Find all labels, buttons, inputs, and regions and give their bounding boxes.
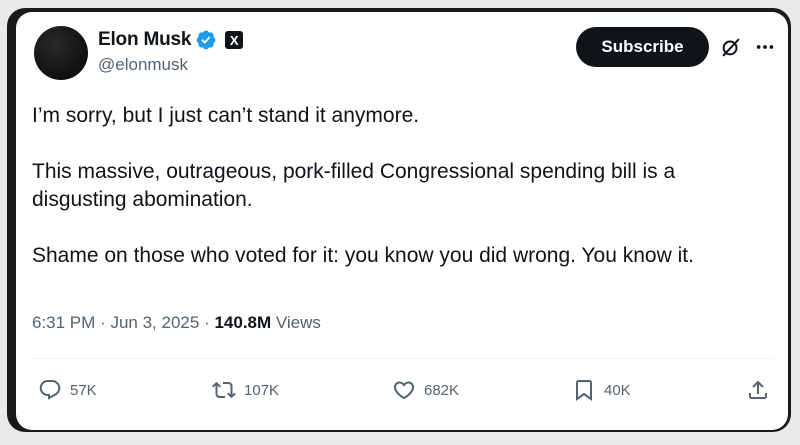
bookmark-icon — [576, 380, 592, 401]
verified-icon[interactable] — [195, 29, 217, 51]
display-name[interactable]: Elon Musk — [98, 29, 191, 51]
tweet-time[interactable]: 6:31 PM — [32, 313, 95, 332]
share-button[interactable] — [746, 375, 770, 405]
divider — [32, 358, 772, 359]
more-icon[interactable] — [754, 36, 776, 58]
repost-button[interactable]: 107K — [212, 375, 279, 405]
handle[interactable]: @elonmusk — [98, 55, 188, 75]
tweet-paragraph-1: I’m sorry, but I just can’t stand it any… — [32, 104, 420, 127]
tweet-paragraph-3: Shame on those who voted for it: you kno… — [32, 244, 694, 267]
reply-icon — [39, 380, 61, 400]
repost-icon — [212, 381, 236, 399]
action-bar: 57K 107K 682K 40K — [16, 375, 788, 405]
tweet-paragraph-2: This massive, outrageous, pork-filled Co… — [32, 160, 676, 211]
page: Elon Musk X @elonmusk Subscribe I’m sorr… — [0, 0, 800, 445]
bookmark-count: 40K — [604, 381, 631, 399]
tweet-text: I’m sorry, but I just can’t stand it any… — [32, 102, 772, 270]
reply-count: 57K — [70, 381, 97, 399]
views-count[interactable]: 140.8M — [214, 313, 271, 332]
reply-button[interactable]: 57K — [38, 375, 97, 405]
meta-separator: · — [100, 313, 106, 332]
meta-separator: · — [204, 313, 210, 332]
bookmark-button[interactable]: 40K — [572, 375, 631, 405]
views-label: Views — [275, 313, 321, 332]
like-button[interactable]: 682K — [392, 375, 459, 405]
tweet-date[interactable]: Jun 3, 2025 — [110, 313, 199, 332]
avatar[interactable] — [34, 26, 88, 80]
x-affiliation-badge[interactable]: X — [225, 31, 244, 49]
heart-icon — [393, 381, 415, 400]
grok-icon[interactable] — [720, 36, 742, 58]
tweet-card: Elon Musk X @elonmusk Subscribe I’m sorr… — [16, 12, 788, 430]
tweet-meta: 6:31 PM · Jun 3, 2025 · 140.8M Views — [32, 313, 321, 333]
subscribe-button[interactable]: Subscribe — [576, 27, 709, 67]
author-name-row: Elon Musk X — [98, 28, 244, 52]
share-icon — [749, 380, 767, 399]
repost-count: 107K — [244, 381, 280, 399]
like-count: 682K — [424, 381, 460, 399]
